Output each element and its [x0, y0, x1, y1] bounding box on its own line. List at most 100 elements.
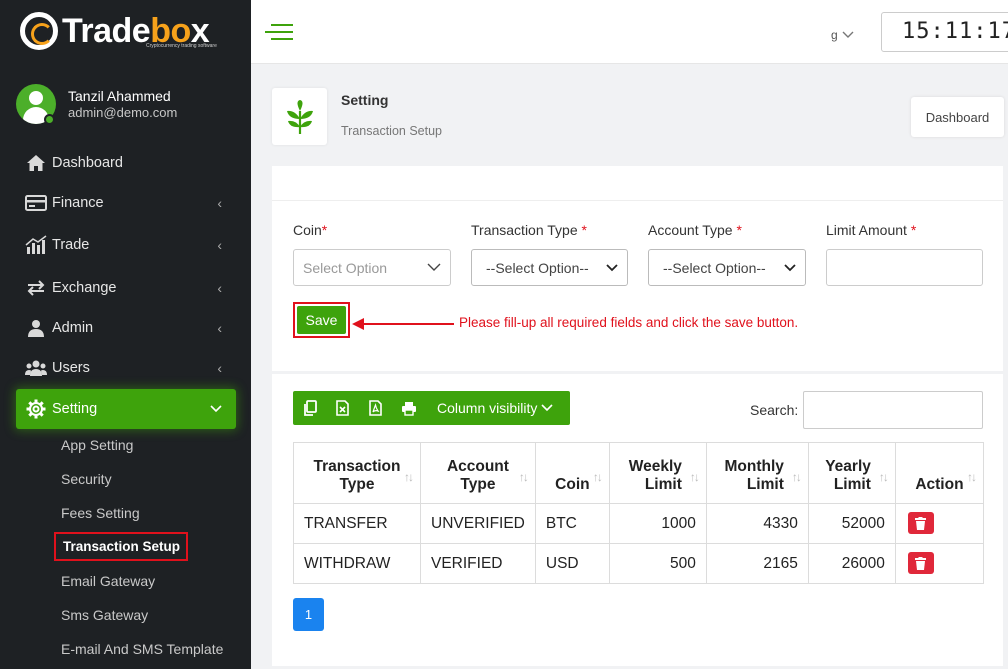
cell-yearly-limit: 26000: [807, 543, 896, 584]
table-header-row: Transaction Type ↑↓ Account Type ↑↓ Coin ↑↓ W…: [293, 442, 985, 504]
column-visibility-label: Column visibility: [437, 400, 538, 416]
save-button[interactable]: Save: [297, 306, 346, 334]
cell-action: [894, 543, 985, 584]
column-header-weekly-limit[interactable]: Weekly Limit ↑↓: [608, 442, 707, 504]
coin-select[interactable]: Select Option: [293, 249, 451, 286]
sidebar-item-label: Exchange: [52, 280, 117, 296]
submenu-app-setting[interactable]: App Setting: [61, 437, 133, 453]
column-header-transaction-type[interactable]: Transaction Type ↑↓: [293, 442, 421, 504]
sidebar-item-label: Dashboard: [52, 155, 123, 171]
chevron-down-icon: [606, 260, 618, 275]
sort-icon: ↑↓: [518, 470, 529, 484]
chevron-down-icon: [210, 400, 222, 416]
limit-amount-input[interactable]: [826, 249, 983, 286]
menu-toggle-icon[interactable]: [265, 24, 293, 40]
sort-icon: ↑↓: [791, 470, 802, 484]
cell-account-type: VERIFIED: [420, 543, 536, 584]
chevron-down-icon: [784, 260, 796, 275]
sidebar-item-finance[interactable]: Finance ‹: [16, 185, 236, 221]
cell-transaction-type: WITHDRAW: [293, 543, 421, 584]
sidebar-item-label: Users: [52, 360, 90, 376]
cell-weekly-limit: 1000: [608, 503, 707, 544]
sidebar-item-exchange[interactable]: Exchange ‹: [16, 270, 236, 306]
pdf-icon[interactable]: [359, 391, 392, 425]
coin-placeholder: Select Option: [303, 259, 388, 276]
cell-coin: BTC: [534, 503, 610, 544]
user-profile[interactable]: Tanzil Ahammed admin@demo.com: [16, 84, 177, 124]
sort-icon: ↑↓: [878, 470, 889, 484]
column-visibility-button[interactable]: Column visibility: [437, 400, 553, 416]
pagination-page-1[interactable]: 1: [293, 598, 324, 631]
account-type-field: Account Type * --Select Option--: [648, 222, 806, 286]
sidebar-item-trade[interactable]: Trade ‹: [16, 227, 236, 263]
sidebar-item-setting[interactable]: Setting: [16, 389, 236, 429]
leaf-icon: [272, 88, 327, 145]
sidebar-item-label: Finance: [52, 195, 104, 211]
card-divider: [272, 200, 1003, 201]
cell-monthly-limit: 4330: [705, 503, 809, 544]
chart-icon: [25, 235, 47, 254]
chevron-left-icon: ‹: [217, 195, 222, 211]
account-type-value: --Select Option--: [663, 259, 766, 276]
save-highlight: Save: [293, 302, 350, 338]
cell-yearly-limit: 52000: [807, 503, 896, 544]
dashboard-button[interactable]: Dashboard: [911, 97, 1004, 137]
search-label: Search:: [750, 402, 799, 418]
column-header-yearly-limit[interactable]: Yearly Limit ↑↓: [807, 442, 896, 504]
brand-tagline: Cryptocurrency trading software: [146, 43, 217, 49]
excel-icon[interactable]: [326, 391, 359, 425]
submenu-email-gateway[interactable]: Email Gateway: [61, 573, 155, 589]
trash-icon: [915, 516, 927, 530]
sidebar-item-dashboard[interactable]: Dashboard: [16, 145, 236, 181]
brand-name-main: Trade: [62, 12, 151, 50]
column-header-monthly-limit[interactable]: Monthly Limit ↑↓: [705, 442, 809, 504]
delete-button[interactable]: [907, 512, 934, 535]
required-mark: *: [321, 222, 328, 238]
submenu-fees-setting[interactable]: Fees Setting: [61, 505, 140, 521]
sort-icon: ↑↓: [592, 470, 603, 484]
hint-text: Please fill-up all required fields and c…: [459, 315, 799, 330]
cell-monthly-limit: 2165: [705, 543, 809, 584]
copy-icon[interactable]: [293, 391, 326, 425]
logo-icon: [20, 12, 58, 50]
transaction-type-label: Transaction Type: [471, 222, 582, 238]
digital-clock: 15:11:17: [881, 12, 1008, 52]
cell-account-type: UNVERIFIED: [420, 503, 536, 544]
column-header-coin[interactable]: Coin ↑↓: [534, 442, 610, 504]
sidebar-item-users[interactable]: Users ‹: [16, 350, 236, 386]
page-title: Setting: [341, 92, 389, 108]
submenu-transaction-setup[interactable]: Transaction Setup: [54, 532, 189, 561]
cell-action: [894, 503, 985, 544]
column-header-account-type[interactable]: Account Type ↑↓: [420, 442, 536, 504]
account-type-select[interactable]: --Select Option--: [648, 249, 806, 286]
language-selector[interactable]: g: [831, 26, 854, 42]
arrow-annotation: [352, 316, 454, 332]
coin-label: Coin: [293, 222, 322, 238]
sidebar-item-admin[interactable]: Admin ‹: [16, 310, 236, 346]
transaction-type-field: Transaction Type * --Select Option--: [471, 222, 628, 286]
chevron-down-icon: [842, 26, 854, 42]
submenu-sms-gateway[interactable]: Sms Gateway: [61, 607, 148, 623]
users-icon: [25, 359, 47, 377]
column-header-action[interactable]: Action ↑↓: [894, 442, 985, 504]
chevron-left-icon: ‹: [217, 280, 222, 296]
transaction-form-card: Coin* Select Option Transaction Type * -…: [272, 166, 1003, 371]
coin-field: Coin* Select Option: [293, 222, 451, 286]
trash-icon: [915, 556, 927, 570]
user-icon: [25, 319, 47, 337]
sort-icon: ↑↓: [404, 470, 414, 484]
search-input[interactable]: [803, 391, 983, 429]
required-mark: *: [736, 222, 742, 238]
page-subtitle: Transaction Setup: [341, 124, 442, 138]
transaction-type-select[interactable]: --Select Option--: [471, 249, 628, 286]
account-type-label: Account Type: [648, 222, 737, 238]
online-status-dot: [44, 114, 55, 125]
print-icon[interactable]: [392, 391, 425, 425]
submenu-security[interactable]: Security: [61, 471, 112, 487]
submenu-email-sms-template[interactable]: E-mail And SMS Template: [61, 641, 223, 657]
money-card-icon: [25, 194, 47, 212]
limits-table: Transaction Type ↑↓ Account Type ↑↓ Coin ↑↓ W…: [293, 442, 985, 584]
limit-amount-label: Limit Amount: [826, 222, 911, 238]
required-mark: *: [581, 222, 587, 238]
delete-button[interactable]: [907, 552, 934, 575]
